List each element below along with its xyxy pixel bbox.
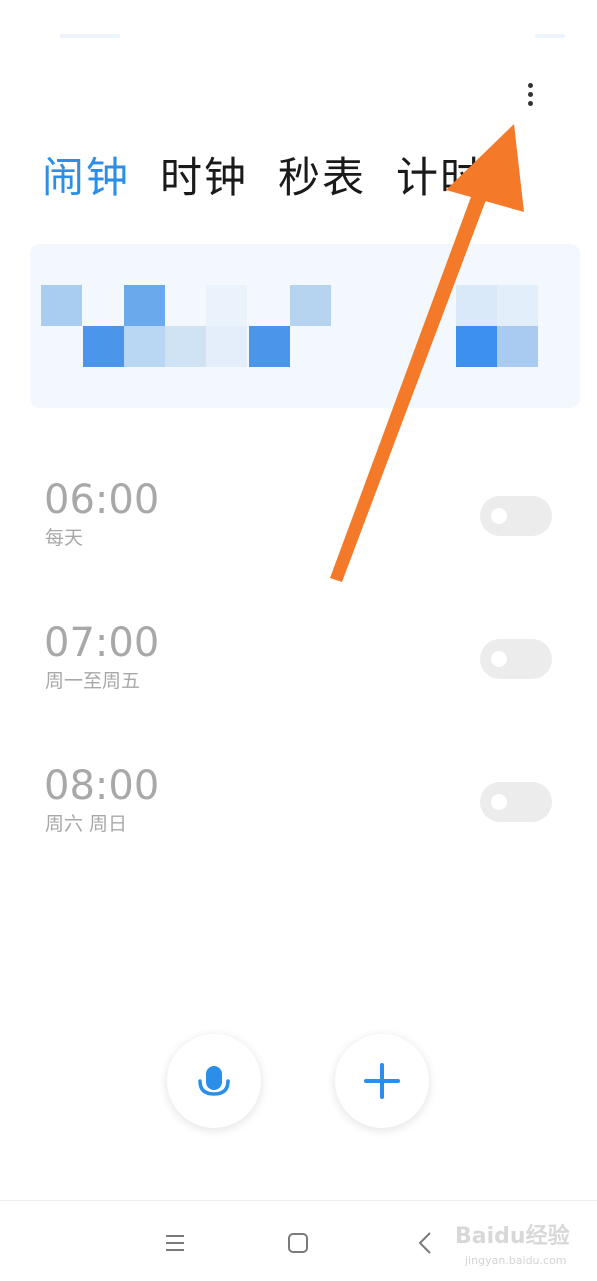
alarm-time: 08:00 (44, 763, 160, 809)
tab-bar: 闹钟 时钟 秒表 计时 (42, 148, 597, 208)
status-blur-left (60, 34, 120, 38)
add-alarm-button[interactable] (335, 1034, 429, 1128)
menu-icon (166, 1235, 184, 1251)
nav-menu-button[interactable] (155, 1223, 195, 1263)
status-bar (0, 0, 597, 40)
more-options-button[interactable] (512, 74, 548, 114)
toggle-knob (491, 508, 507, 524)
nav-home-button[interactable] (278, 1223, 318, 1263)
nav-back-button[interactable] (405, 1223, 445, 1263)
alarm-repeat-label: 周六 周日 (45, 813, 128, 835)
mosaic-cell (249, 326, 290, 367)
home-square-icon (288, 1233, 308, 1253)
alarm-item[interactable]: 08:00 周六 周日 (0, 762, 597, 862)
mosaic-cell (497, 285, 538, 326)
mosaic-cell (206, 326, 247, 367)
alarm-repeat-label: 周一至周五 (45, 670, 141, 692)
tab-alarm[interactable]: 闹钟 (42, 148, 130, 208)
alarm-toggle[interactable] (480, 496, 552, 536)
baidu-jingyan-watermark: Baidu经验 jingyan.baidu.com (455, 1218, 585, 1274)
tab-stopwatch[interactable]: 秒表 (278, 148, 366, 208)
mosaic-cell (165, 326, 206, 367)
mosaic-cell (456, 285, 497, 326)
mosaic-cell (497, 326, 538, 367)
mosaic-cell (456, 326, 497, 367)
alarm-time: 06:00 (44, 477, 160, 523)
mosaic-cell (41, 285, 82, 326)
mosaic-cell (83, 326, 124, 367)
toggle-knob (491, 651, 507, 667)
plus-icon (364, 1063, 400, 1099)
alarm-repeat-label: 每天 (45, 527, 84, 549)
alarm-item[interactable]: 07:00 周一至周五 (0, 619, 597, 719)
mosaic-cell (290, 285, 331, 326)
mosaic-cell (124, 326, 165, 367)
voice-alarm-button[interactable] (167, 1034, 261, 1128)
more-dot (527, 91, 533, 97)
tab-timer[interactable]: 计时 (396, 148, 484, 208)
back-chevron-icon (418, 1232, 431, 1254)
more-vertical-icon (527, 82, 533, 88)
watermark-brand: Baidu经验 (455, 1224, 570, 1249)
status-blur-right (535, 34, 565, 38)
more-dot (527, 100, 533, 106)
tab-clock[interactable]: 时钟 (160, 148, 248, 208)
microphone-icon (198, 1066, 230, 1096)
mosaic-cell (206, 285, 247, 326)
toggle-knob (491, 794, 507, 810)
mosaic-cell (124, 285, 165, 326)
alarm-toggle[interactable] (480, 782, 552, 822)
alarm-time: 07:00 (44, 620, 160, 666)
alarm-item[interactable]: 06:00 每天 (0, 476, 597, 576)
alarm-toggle[interactable] (480, 639, 552, 679)
next-alarm-mosaic (30, 244, 580, 408)
watermark-url: jingyan.baidu.com (465, 1254, 567, 1267)
